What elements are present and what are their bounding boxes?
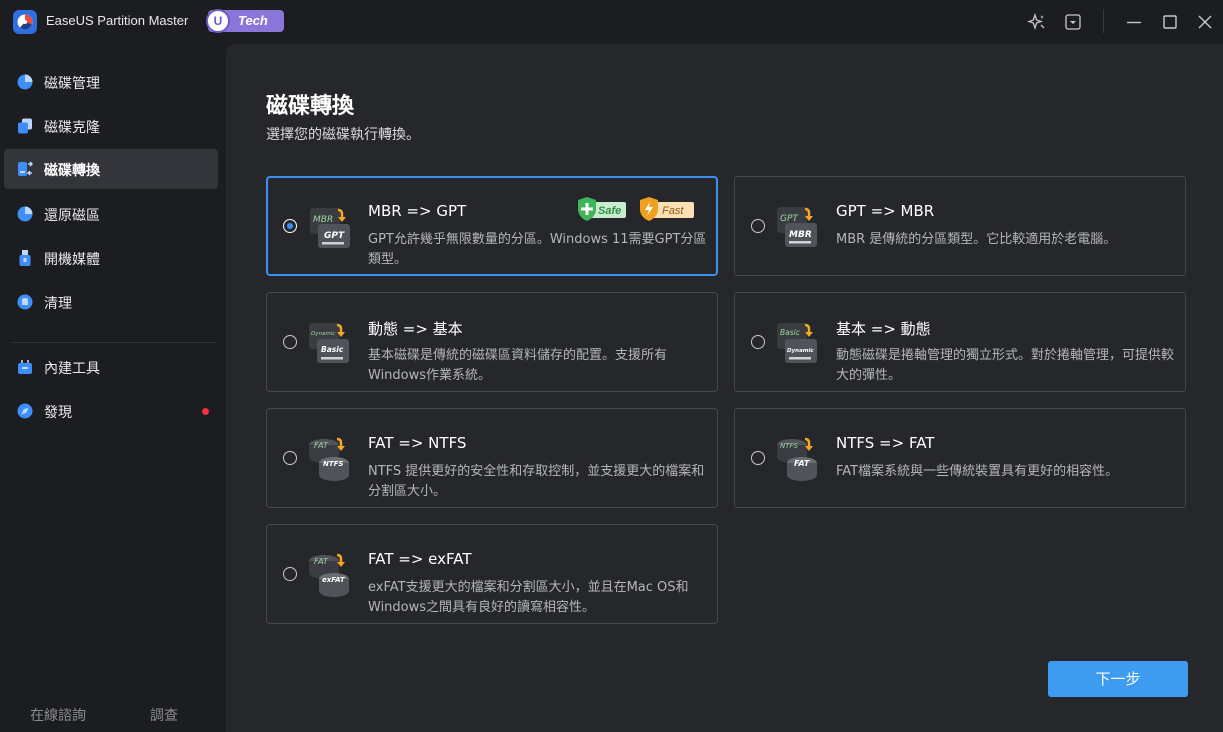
sidebar-divider bbox=[10, 342, 216, 343]
safe-chip-label: Safe bbox=[598, 205, 621, 217]
notification-dot bbox=[202, 408, 209, 415]
option-fat-to-ntfs[interactable]: FAT NTFS FAT => NTFS NTFS 提供更好的安全性和存取控制，… bbox=[266, 408, 718, 508]
titlebar-separator bbox=[1103, 9, 1104, 33]
option-title: FAT => exFAT bbox=[368, 550, 472, 568]
convert-icon bbox=[18, 161, 34, 176]
recover-icon bbox=[17, 206, 33, 222]
sidebar-item-partition-recovery[interactable]: 還原磁區 bbox=[4, 194, 218, 234]
sidebar-item-disk-clone[interactable]: 磁碟克隆 bbox=[4, 106, 218, 146]
from-label: Dynamic bbox=[311, 331, 335, 337]
main-panel: 磁碟轉換 選擇您的磁碟執行轉換。 MBR GPT MBR => GPT GPT允… bbox=[226, 44, 1223, 732]
pie-chart-icon bbox=[17, 74, 33, 90]
from-label: MBR bbox=[313, 215, 333, 225]
toolbox-icon bbox=[18, 360, 32, 374]
from-label: Basic bbox=[780, 328, 801, 337]
option-description: exFAT支援更大的檔案和分割區大小，並且在Mac OS和Windows之間具有… bbox=[368, 580, 689, 615]
safe-chip: Safe bbox=[578, 197, 626, 221]
sidebar-item-label: 發現 bbox=[44, 405, 72, 421]
from-label: NTFS bbox=[780, 442, 799, 450]
sidebar-item-toolkit[interactable]: 內建工具 bbox=[4, 347, 218, 387]
option-description: 動態磁碟是捲軸管理的獨立形式。對於捲軸管理，可提供較大的彈性。 bbox=[836, 348, 1175, 383]
radio-button[interactable] bbox=[283, 451, 297, 465]
cleanup-icon bbox=[17, 294, 33, 310]
maximize-icon[interactable] bbox=[1160, 12, 1180, 32]
sidebar-item-bootable-media[interactable]: 開機媒體 bbox=[4, 238, 218, 278]
sidebar-item-cleanup[interactable]: 清理 bbox=[4, 282, 218, 322]
clone-icon bbox=[18, 118, 32, 134]
mbr-to-gpt-disk-icon: MBR GPT bbox=[310, 208, 350, 248]
option-mbr-to-gpt[interactable]: MBR GPT MBR => GPT GPT允許幾乎無限數量的分區。Window… bbox=[266, 176, 718, 276]
option-description: GPT允許幾乎無限數量的分區。Windows 11需要GPT分區類型。 bbox=[368, 232, 707, 267]
option-title: GPT => MBR bbox=[836, 202, 935, 220]
option-title: 動態 => 基本 bbox=[368, 320, 463, 338]
from-label: FAT bbox=[314, 441, 329, 450]
sidebar-item-label: 還原磁區 bbox=[44, 208, 100, 224]
radio-button[interactable] bbox=[751, 219, 765, 233]
to-label: Dynamic bbox=[787, 348, 814, 354]
tech-badge-letter: U bbox=[206, 9, 230, 33]
tech-badge[interactable]: U Tech bbox=[206, 9, 284, 33]
option-description: MBR 是傳統的分區類型。它比較適用於老電腦。 bbox=[836, 232, 1117, 247]
gpt-to-mbr-disk-icon: GPT MBR bbox=[777, 207, 817, 247]
dropdown-menu-icon[interactable] bbox=[1063, 12, 1083, 32]
survey-link[interactable]: 調查 bbox=[150, 705, 178, 725]
page-subtitle: 選擇您的磁碟執行轉換。 bbox=[266, 127, 420, 143]
sidebar-item-disk-convert[interactable]: 磁碟轉換 bbox=[4, 149, 218, 189]
app-logo-icon bbox=[13, 10, 37, 34]
from-label: GPT bbox=[780, 214, 799, 224]
basic-to-dynamic-disk-icon: Basic Dynamic bbox=[777, 323, 817, 363]
online-support-link[interactable]: 在線諮詢 bbox=[30, 705, 86, 725]
option-title: MBR => GPT bbox=[368, 202, 467, 220]
option-basic-to-dynamic[interactable]: Basic Dynamic 基本 => 動態 動態磁碟是捲軸管理的獨立形式。對於… bbox=[734, 292, 1186, 392]
sidebar-item-label: 磁碟克隆 bbox=[44, 120, 100, 136]
usb-icon bbox=[19, 250, 31, 266]
to-label: MBR bbox=[789, 230, 812, 240]
option-description: NTFS 提供更好的安全性和存取控制，並支援更大的檔案和分割區大小。 bbox=[368, 464, 705, 499]
radio-button[interactable] bbox=[283, 335, 297, 349]
option-gpt-to-mbr[interactable]: GPT MBR GPT => MBR MBR 是傳統的分區類型。它比較適用於老電… bbox=[734, 176, 1186, 276]
sparkle-feedback-icon[interactable] bbox=[1027, 12, 1047, 32]
fast-chip-label: Fast bbox=[662, 205, 684, 217]
radio-selected-dot bbox=[286, 222, 293, 229]
option-ntfs-to-fat[interactable]: NTFS FAT NTFS => FAT FAT檔案系統與一些傳統裝置具有更好的… bbox=[734, 408, 1186, 508]
radio-button[interactable] bbox=[751, 451, 765, 465]
to-label: FAT bbox=[794, 459, 810, 468]
fast-chip: Fast bbox=[640, 197, 694, 221]
sidebar-item-label: 磁碟轉換 bbox=[44, 163, 100, 179]
page-title: 磁碟轉換 bbox=[266, 94, 355, 119]
minimize-icon[interactable] bbox=[1124, 12, 1144, 32]
dynamic-to-basic-disk-icon: Dynamic Basic bbox=[309, 323, 349, 363]
ntfs-to-fat-disk-icon: NTFS FAT bbox=[777, 437, 817, 481]
to-label: exFAT bbox=[322, 576, 346, 584]
sidebar-item-disk-management[interactable]: 磁碟管理 bbox=[4, 62, 218, 102]
to-label: NTFS bbox=[323, 460, 343, 468]
option-title: 基本 => 動態 bbox=[836, 320, 931, 338]
fat-to-exfat-disk-icon: FAT exFAT bbox=[309, 553, 349, 597]
radio-button[interactable] bbox=[751, 335, 765, 349]
option-description: 基本磁碟是傳統的磁碟區資料儲存的配置。支援所有Windows作業系統。 bbox=[368, 348, 668, 383]
sidebar: 磁碟管理 磁碟克隆 磁碟轉換 還原磁區 開機媒體 清理 內建工具 發現 在線諮詢… bbox=[0, 44, 226, 732]
tech-badge-label: Tech bbox=[238, 13, 268, 28]
radio-button[interactable] bbox=[283, 567, 297, 581]
title-bar: EaseUS Partition Master U Tech bbox=[0, 0, 1223, 44]
option-description: FAT檔案系統與一些傳統裝置具有更好的相容性。 bbox=[836, 464, 1119, 479]
discover-icon bbox=[17, 403, 33, 419]
app-title: EaseUS Partition Master bbox=[46, 13, 189, 28]
to-label: Basic bbox=[321, 345, 344, 354]
sidebar-item-label: 內建工具 bbox=[44, 361, 100, 377]
option-fat-to-exfat[interactable]: FAT exFAT FAT => exFAT exFAT支援更大的檔案和分割區大… bbox=[266, 524, 718, 624]
to-label: GPT bbox=[324, 231, 345, 241]
option-title: FAT => NTFS bbox=[368, 434, 467, 452]
radio-button[interactable] bbox=[283, 219, 297, 233]
sidebar-item-label: 開機媒體 bbox=[44, 252, 100, 268]
sidebar-item-label: 清理 bbox=[44, 296, 72, 312]
from-label: FAT bbox=[314, 557, 329, 566]
option-title: NTFS => FAT bbox=[836, 434, 935, 452]
sidebar-item-discover[interactable]: 發現 bbox=[4, 391, 218, 431]
fat-to-ntfs-disk-icon: FAT NTFS bbox=[309, 437, 349, 481]
close-icon[interactable] bbox=[1195, 12, 1215, 32]
option-dynamic-to-basic[interactable]: Dynamic Basic 動態 => 基本 基本磁碟是傳統的磁碟區資料儲存的配… bbox=[266, 292, 718, 392]
next-button[interactable]: 下一步 bbox=[1048, 661, 1188, 697]
sidebar-item-label: 磁碟管理 bbox=[44, 76, 100, 92]
